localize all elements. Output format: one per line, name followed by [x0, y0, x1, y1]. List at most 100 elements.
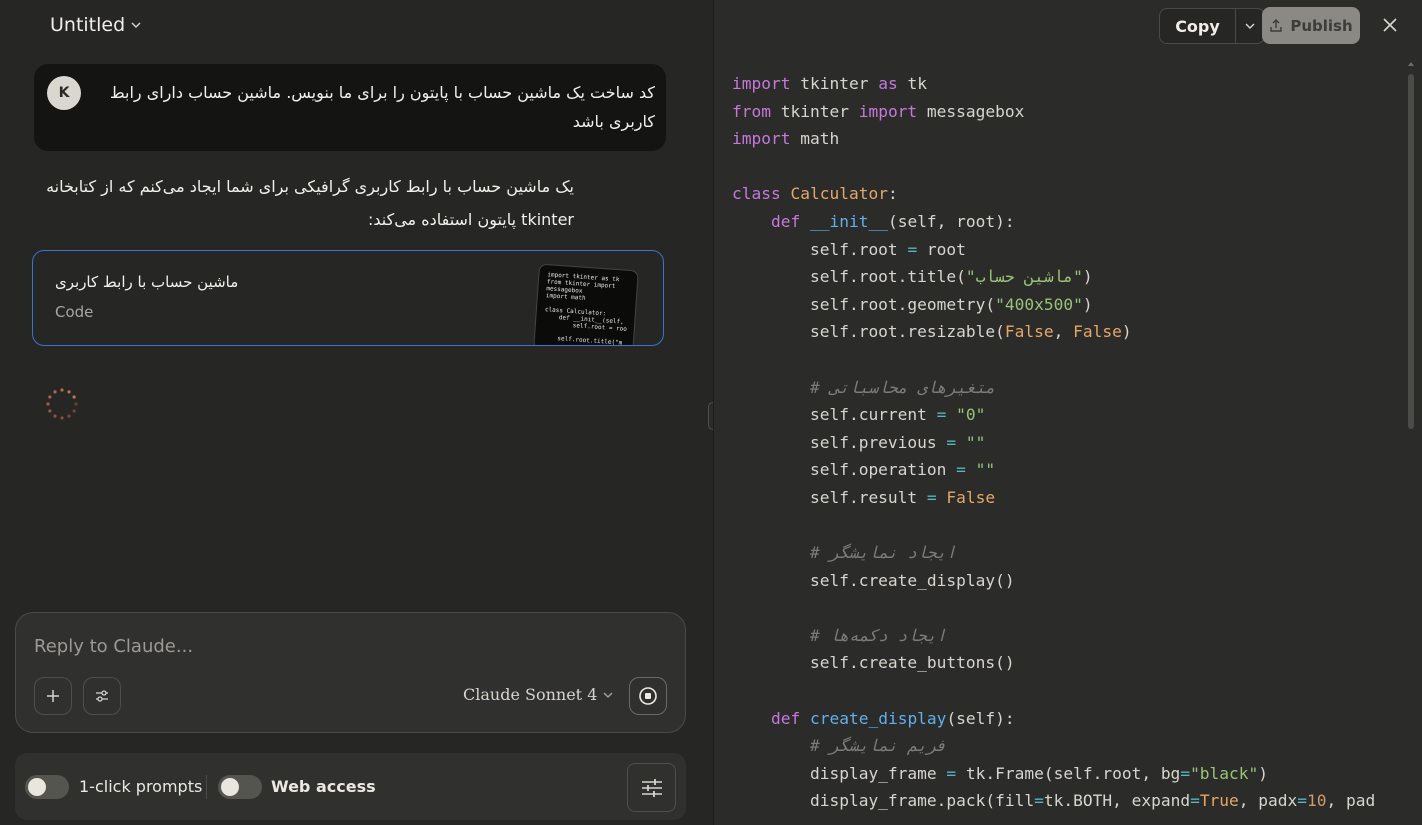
code-token: "400x500" [995, 294, 1083, 314]
user-message: K کد ساخت یک ماشین حساب با پایتون را برا… [34, 64, 666, 151]
code-token: = [1297, 791, 1308, 811]
code-line: self.previous = "" [732, 429, 1408, 457]
code-token: tk [897, 74, 927, 93]
chevron-down-icon [1245, 23, 1255, 29]
code-line: import math [732, 125, 1408, 153]
conversation-title: Untitled [50, 14, 126, 36]
code-token: = [946, 432, 957, 452]
code-line: self.root.title("ماشین حساب") [732, 263, 1408, 291]
one-click-prompts-toggle[interactable] [25, 775, 69, 799]
code-token: ) [1082, 294, 1093, 314]
code-token: from [732, 101, 771, 121]
plus-icon [47, 690, 59, 702]
loading-spinner-icon [46, 388, 78, 420]
close-icon [1383, 18, 1397, 32]
code-token: def [770, 211, 801, 231]
code-line: # فریم نمایشگر [732, 732, 1408, 760]
artifact-type: Code [55, 303, 94, 321]
artifact-panel: Copy Publish import tkinter as tk from tk… [713, 0, 1422, 825]
code-token: "0" [956, 405, 986, 425]
settings-button[interactable] [627, 763, 676, 812]
code-token: Calculator [790, 184, 888, 204]
reply-input[interactable] [34, 633, 654, 659]
code-line: class Calculator: [732, 180, 1408, 208]
artifact-card[interactable]: ماشین حساب با رابط کاربری Code import tk… [32, 250, 664, 346]
user-message-text: کد ساخت یک ماشین حساب با پایتون را برای … [109, 83, 655, 131]
code-scrollbar[interactable] [1407, 60, 1415, 825]
code-token: import [732, 129, 791, 149]
chevron-down-icon [131, 22, 141, 28]
scroll-up-icon[interactable] [1407, 60, 1415, 68]
sliders-icon [641, 778, 662, 797]
code-token: self.previous [732, 432, 947, 452]
code-token: 10 [1307, 791, 1327, 811]
sliders-icon [96, 690, 108, 702]
code-token: = [907, 239, 918, 259]
code-token: self.operation [732, 460, 957, 480]
code-token: = [926, 487, 937, 507]
code-token: self.result [732, 487, 927, 507]
code-token: "" [975, 460, 996, 480]
code-line: self.root.geometry("400x500") [732, 291, 1408, 319]
model-selector[interactable]: Claude Sonnet 4 [463, 685, 613, 704]
code-token: "black" [1190, 763, 1259, 783]
code-line: # ایجاد نمایشگر [732, 539, 1408, 567]
web-access-toggle[interactable] [218, 775, 262, 799]
code-token: self.root.geometry( [732, 294, 996, 314]
copy-button[interactable]: Copy [1159, 8, 1236, 44]
conversation-title-dropdown[interactable]: Untitled [50, 14, 141, 36]
code-token: display_frame [732, 763, 947, 783]
code-token: tkinter [790, 74, 879, 93]
code-line: display_frame = tk.Frame(self.root, bg="… [732, 760, 1408, 788]
code-token: : [887, 184, 898, 204]
user-avatar: K [47, 76, 81, 110]
code-token: self.root [732, 239, 908, 259]
code-token: , pad [1326, 791, 1376, 811]
code-token: = [1190, 791, 1200, 811]
code-line: self.create_display() [732, 567, 1408, 595]
add-attachment-button[interactable] [34, 677, 72, 715]
code-line: import tkinter as tk [732, 70, 1408, 98]
code-token: , [1053, 322, 1074, 342]
code-token: "" [965, 432, 986, 452]
publish-button[interactable]: Publish [1262, 7, 1360, 44]
code-token: True [1199, 791, 1239, 811]
code-token: display_frame.pack(fill [732, 791, 1035, 811]
code-token: # فریم نمایشگر [809, 736, 947, 756]
code-token: math [790, 129, 840, 149]
code-line: self.result = False [732, 484, 1408, 512]
code-token: self.create_buttons() [732, 653, 1015, 673]
code-line: self.current = "0" [732, 401, 1408, 429]
copy-options-button[interactable] [1235, 8, 1265, 44]
code-token: tk.BOTH, expand [1043, 791, 1191, 811]
code-token: # متغیرهای محاسباتی [809, 377, 996, 397]
artifact-thumbnail: import tkinter as tk from tkinter import… [533, 263, 639, 345]
code-line: from tkinter import messagebox [732, 98, 1408, 126]
code-token: tk.Frame(self.root, bg [956, 763, 1181, 783]
feature-bar: 1-click prompts Web access [15, 753, 686, 820]
code-token: # ایجاد نمایشگر [809, 543, 957, 563]
code-token: ) [1258, 763, 1269, 783]
chat-pane: Untitled K کد ساخت یک ماشین حساب با پایت… [0, 0, 712, 825]
close-panel-button[interactable] [1378, 13, 1402, 37]
code-line: def create_display(self): [732, 705, 1408, 733]
tools-button[interactable] [83, 677, 121, 715]
code-token: create_display [809, 708, 947, 728]
code-token: (self, root): [887, 211, 1015, 231]
scroll-thumb[interactable] [1408, 74, 1414, 429]
code-viewer[interactable]: import tkinter as tk from tkinter import … [732, 70, 1408, 825]
one-click-prompts-label: 1-click prompts [79, 777, 203, 796]
code-token: import [732, 74, 791, 93]
code-token: as [878, 74, 898, 93]
stop-button[interactable] [629, 677, 667, 715]
